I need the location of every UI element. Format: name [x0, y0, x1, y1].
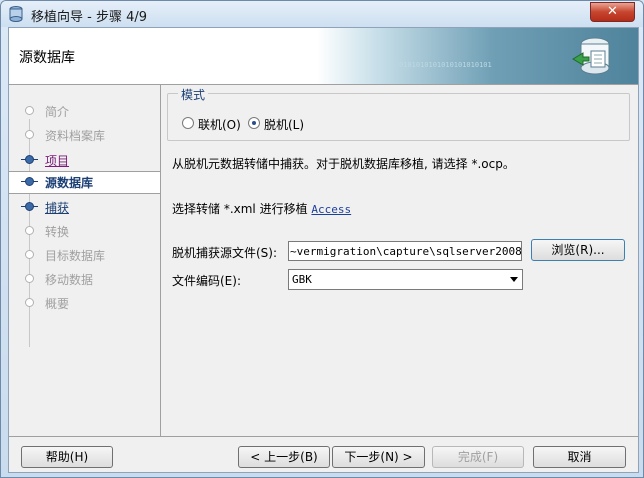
- step-marker-icon: [25, 202, 34, 211]
- page-header: 源数据库 0101010101010101010101: [9, 28, 638, 85]
- online-radio-label[interactable]: 联机(O): [198, 116, 241, 133]
- step-marker-icon: [25, 298, 34, 307]
- capture-file-input[interactable]: ~vermigration\capture\sqlserver2008.ocp: [288, 241, 522, 261]
- step-summary: 概要: [9, 293, 160, 313]
- step-label: 源数据库: [45, 176, 94, 190]
- encoding-select[interactable]: GBK: [288, 269, 523, 290]
- info-text: 从脱机元数据转储中捕获。对于脱机数据库移植, 请选择 *.ocp。: [172, 157, 515, 171]
- step-label[interactable]: 项目: [45, 152, 69, 169]
- step-label: 目标数据库: [45, 249, 106, 263]
- choose-text: 选择转储 *.xml 进行移植 Access: [172, 200, 351, 217]
- step-label: 资料档案库: [45, 129, 106, 143]
- step-label[interactable]: 捕获: [45, 199, 69, 216]
- step-marker-icon: [25, 106, 34, 115]
- mode-legend: 模式: [178, 86, 209, 103]
- step-label: 转换: [45, 225, 70, 239]
- help-button[interactable]: 帮助(H): [21, 446, 113, 468]
- step-capture[interactable]: 捕获: [9, 197, 160, 217]
- radio-dot-selected[interactable]: [248, 117, 260, 129]
- step-move-data: 移动数据: [9, 269, 160, 289]
- wizard-content: 源数据库 0101010101010101010101 简介 资料档案库 项目 …: [8, 27, 639, 473]
- browse-button[interactable]: 浏览(R)...: [531, 239, 625, 261]
- close-button[interactable]: ✕: [590, 2, 635, 22]
- step-marker-icon: [25, 226, 34, 235]
- step-marker-icon: [25, 250, 34, 259]
- step-target-database: 目标数据库: [9, 245, 160, 265]
- step-marker-icon: [25, 130, 34, 139]
- step-label: 概要: [45, 297, 70, 311]
- back-button[interactable]: < 上一步(B): [238, 446, 330, 468]
- wizard-window: 移植向导 - 步骤 4/9 ✕ 源数据库 0101010101010101010…: [0, 0, 644, 478]
- next-button[interactable]: 下一步(N) >: [332, 446, 425, 468]
- step-marker-icon: [25, 177, 34, 186]
- chevron-down-icon[interactable]: [510, 277, 518, 282]
- encoding-value: GBK: [292, 273, 312, 286]
- step-source-database[interactable]: 源数据库: [9, 171, 160, 194]
- step-project[interactable]: 项目: [9, 150, 160, 170]
- offline-radio-label[interactable]: 脱机(L): [264, 116, 304, 133]
- page-title: 源数据库: [19, 50, 75, 66]
- radio-dot[interactable]: [182, 117, 194, 129]
- encoding-label: 文件编码(E):: [172, 274, 241, 288]
- banner-binary-text: 0101010101010101010101: [399, 61, 492, 69]
- step-intro: 简介: [9, 101, 160, 121]
- mode-group: 模式 联机(O) 脱机(L): [167, 86, 630, 141]
- step-repository: 资料档案库: [9, 125, 160, 145]
- choose-prefix: 选择转储 *.xml 进行移植: [172, 202, 308, 216]
- window-title: 移植向导 - 步骤 4/9: [31, 10, 148, 25]
- step-marker-icon: [25, 274, 34, 283]
- close-icon: ✕: [607, 4, 618, 19]
- finish-button: 完成(F): [432, 446, 524, 468]
- footer-divider: [9, 436, 638, 437]
- database-icon: [572, 37, 610, 75]
- step-label: 移动数据: [45, 273, 94, 287]
- steps-sidebar: 简介 资料档案库 项目 源数据库 捕获 转换 目标数据库 移动数据 概要: [9, 85, 161, 436]
- capture-file-label: 脱机捕获源文件(S):: [172, 246, 278, 260]
- cancel-button[interactable]: 取消: [533, 446, 626, 468]
- access-link[interactable]: Access: [311, 203, 351, 216]
- app-icon: [9, 6, 23, 22]
- step-marker-icon: [25, 155, 34, 164]
- step-convert: 转换: [9, 221, 160, 241]
- step-label: 简介: [45, 105, 70, 119]
- title-bar[interactable]: 移植向导 - 步骤 4/9 ✕: [1, 1, 643, 27]
